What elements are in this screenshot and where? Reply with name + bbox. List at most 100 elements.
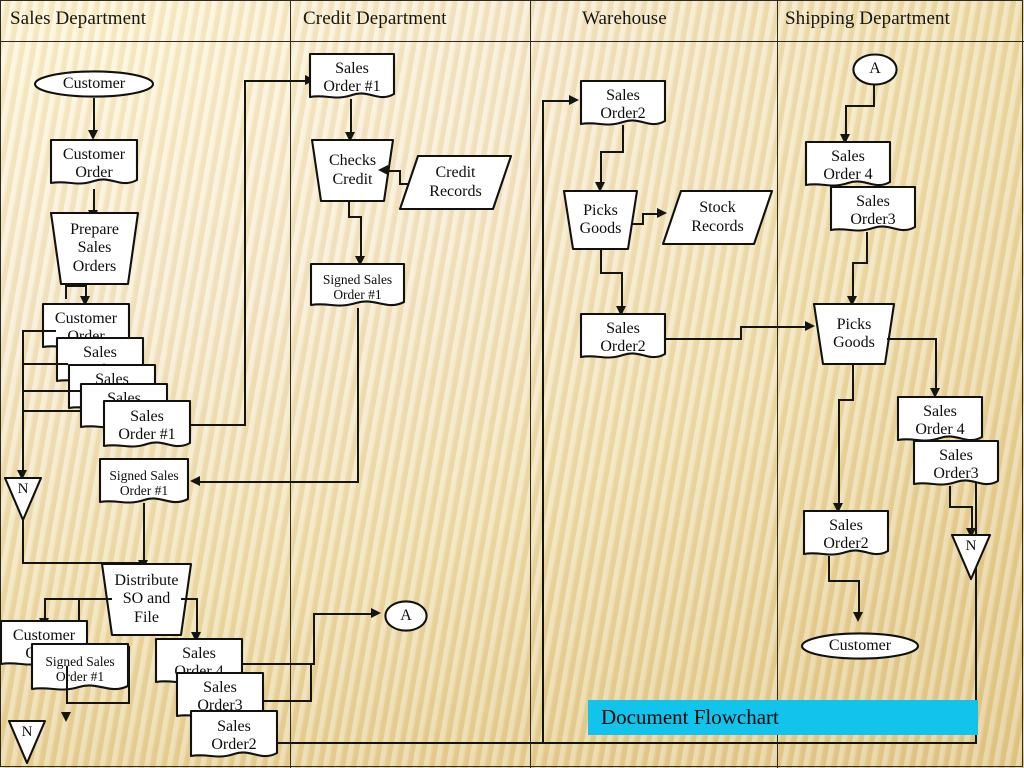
credit-so1-doc[interactable]: Sales Order #1 xyxy=(308,52,396,103)
conn-ship-picks-down xyxy=(852,365,854,401)
rail-so4-up xyxy=(313,613,315,665)
rail-sales-to-credit-up xyxy=(244,80,246,425)
sales-bottom-stack-item[interactable]: Sales Order2 xyxy=(189,709,279,762)
conn-picks-down2 xyxy=(621,272,623,310)
conn-wh-to-ship-2 xyxy=(740,326,808,328)
conn-ship-picks-jog2 xyxy=(838,399,854,401)
shipping-file-n[interactable]: N xyxy=(950,533,992,581)
arrowhead-right xyxy=(569,95,579,105)
lane-title-sales: Sales Department xyxy=(10,8,147,29)
conn-ship-so2-down xyxy=(828,556,830,582)
conn-bottom-rail xyxy=(66,702,130,704)
conn-ship-stack-down xyxy=(866,232,868,264)
arrowhead-down xyxy=(61,712,71,722)
conn-ship-picks-right-down xyxy=(935,338,937,392)
conn-credit-signed-down xyxy=(357,308,359,483)
conn-ship-out-jog xyxy=(949,506,973,508)
title-banner-text: Document Flowchart xyxy=(601,705,779,729)
rail-so3-right xyxy=(264,700,312,702)
conn-order-to-prepare xyxy=(93,189,95,212)
conn-ship-a-down2 xyxy=(845,105,847,137)
conn-signed-down xyxy=(143,503,145,564)
rail-sales-to-credit-in xyxy=(190,424,246,426)
conn-ship-stack-jog xyxy=(852,262,868,264)
sales-doc-stack-item-so1[interactable]: Sales Order #1 xyxy=(102,399,192,452)
warehouse-stock-datastore[interactable]: Stock Records xyxy=(661,189,774,246)
lane-title-shipping: Shipping Department xyxy=(785,8,950,29)
shipping-so2-doc[interactable]: Sales Order2 xyxy=(802,509,890,560)
title-banner: Document Flowchart xyxy=(588,700,978,735)
conn-ship-out-down xyxy=(949,486,951,508)
rail-so2-long-right xyxy=(277,742,977,744)
shipping-connector-a[interactable]: A xyxy=(852,53,898,86)
lane-divider-2 xyxy=(530,0,531,768)
rail-so4-to-A xyxy=(313,613,373,615)
lane-title-credit: Credit Department xyxy=(303,8,447,29)
rail-stack-3 xyxy=(22,390,80,392)
conn-ship-stack-down2 xyxy=(852,262,854,300)
arrowhead-left xyxy=(378,165,388,175)
conn-picks-down xyxy=(600,250,602,274)
conn-credit-back-to-sales xyxy=(200,481,359,483)
conn-records-up xyxy=(399,170,401,184)
sales-signed-so1-doc[interactable]: Signed Sales Order #1 xyxy=(98,457,190,508)
sales-customer-terminal[interactable]: Customer xyxy=(33,70,155,98)
conn-n-down xyxy=(22,519,24,564)
sales-file-n-upper[interactable]: N xyxy=(3,476,43,522)
conn-picks-jog xyxy=(600,272,623,274)
lane-title-warehouse: Warehouse xyxy=(582,8,667,29)
conn-prepare-down xyxy=(65,285,67,299)
conn-ship-a-down xyxy=(873,85,875,107)
conn-wh-so2-jog xyxy=(600,151,624,153)
credit-records-datastore[interactable]: Credit Records xyxy=(398,154,513,211)
conn-wh-so2-down xyxy=(622,125,624,153)
header-divider xyxy=(0,41,1024,42)
shipping-stack-out-item[interactable]: Sales Order3 xyxy=(912,439,1000,490)
arrowhead-right xyxy=(657,208,667,218)
shipping-stack-in-item[interactable]: Sales Order 4 xyxy=(804,140,892,191)
sales-distribute-process[interactable]: Distribute SO and File xyxy=(100,562,193,637)
rail-warehouse-left-up xyxy=(542,100,544,742)
sales-signed-so1-bottom[interactable]: Signed Sales Order #1 xyxy=(30,642,130,695)
lane-divider-1 xyxy=(290,0,291,768)
shipping-picks-process[interactable]: Picks Goods xyxy=(812,302,896,366)
sales-customer-order-doc[interactable]: Customer Order xyxy=(49,138,139,189)
arrowhead-down xyxy=(853,612,863,622)
conn-dist-right-down xyxy=(196,598,198,636)
conn-records-to-checks xyxy=(388,170,400,172)
conn-ship-so2-down2 xyxy=(858,580,860,616)
lane-divider-3 xyxy=(777,0,778,768)
conn-prepare-jog xyxy=(65,285,87,287)
conn-customer-to-order xyxy=(93,98,95,132)
sales-file-n-bottom[interactable]: N xyxy=(7,719,47,765)
conn-wh-to-ship-1 xyxy=(666,338,742,340)
rail-stack-1 xyxy=(22,330,56,332)
shipping-stack-in-item[interactable]: Sales Order3 xyxy=(829,185,917,236)
warehouse-so2-out-doc[interactable]: Sales Order2 xyxy=(579,312,667,363)
conn-credit-so1-down xyxy=(350,99,352,135)
shipping-stack-out-item[interactable]: Sales Order 4 xyxy=(896,395,984,446)
rail-warehouse-into-so2 xyxy=(542,100,572,102)
flowchart-canvas: Sales Department Credit Department Wareh… xyxy=(0,0,1024,768)
conn-dist-mid xyxy=(78,598,112,600)
conn-bottom-rail-v xyxy=(66,666,68,704)
sales-prepare-process[interactable]: Prepare Sales Orders xyxy=(49,211,140,286)
arrowhead-left xyxy=(190,476,200,486)
conn-wh-to-ship-v xyxy=(740,326,742,340)
rail-stack-2 xyxy=(22,363,68,365)
warehouse-so2-in-doc[interactable]: Sales Order2 xyxy=(579,79,667,130)
conn-wh-so2-down2 xyxy=(600,151,602,185)
arrowhead-right xyxy=(371,608,381,618)
conn-ship-a-jog xyxy=(845,105,875,107)
rail-sales-to-credit-top xyxy=(244,80,309,82)
rail-stack-4 xyxy=(22,410,80,412)
credit-connector-a[interactable]: A xyxy=(384,600,428,632)
rail-so4-right xyxy=(243,663,315,665)
conn-checks-down2 xyxy=(360,216,362,260)
warehouse-picks-process[interactable]: Picks Goods xyxy=(562,189,639,251)
credit-signed-so1-doc[interactable]: Signed Sales Order #1 xyxy=(309,262,406,311)
conn-bottom-right-rail xyxy=(128,646,130,704)
rail-so3-up xyxy=(310,663,312,702)
shipping-customer-terminal[interactable]: Customer xyxy=(800,632,920,660)
conn-ship-picks-down3 xyxy=(838,399,840,507)
